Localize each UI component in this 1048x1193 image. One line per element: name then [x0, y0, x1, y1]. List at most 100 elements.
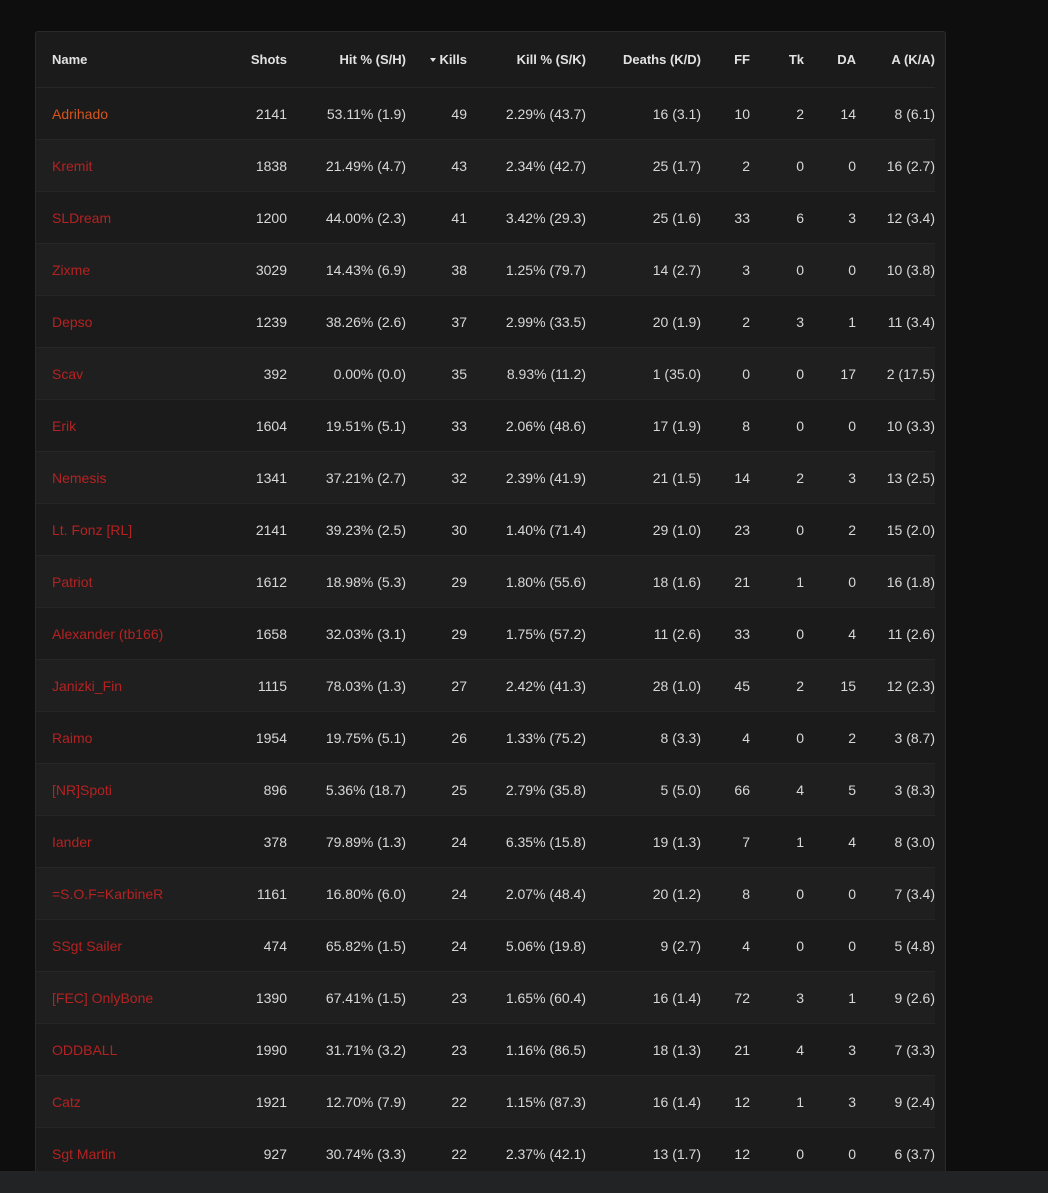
player-name-link[interactable]: Adrihado — [36, 87, 226, 140]
cell-shots: 1161 — [226, 867, 287, 920]
player-name-link[interactable]: Patriot — [36, 555, 226, 608]
cell-tk: 1 — [750, 815, 804, 868]
cell-kills: 33 — [406, 399, 467, 452]
cell-kills: 37 — [406, 295, 467, 348]
cell-shots: 1115 — [226, 659, 287, 712]
cell-hit: 14.43% (6.9) — [287, 243, 406, 296]
column-header-kill[interactable]: Kill % (S/K) — [467, 32, 586, 88]
player-name-link[interactable]: Iander — [36, 815, 226, 868]
player-name-link[interactable]: SLDream — [36, 191, 226, 244]
cell-deaths: 9 (2.7) — [586, 919, 701, 972]
cell-shots: 1390 — [226, 971, 287, 1024]
cell-a: 8 (6.1) — [856, 87, 935, 140]
cell-da: 0 — [804, 243, 856, 296]
cell-kill: 1.15% (87.3) — [467, 1075, 586, 1128]
cell-shots: 474 — [226, 919, 287, 972]
cell-deaths: 29 (1.0) — [586, 503, 701, 556]
cell-shots: 1921 — [226, 1075, 287, 1128]
cell-kill: 2.39% (41.9) — [467, 451, 586, 504]
cell-a: 11 (3.4) — [856, 295, 935, 348]
table-body: Adrihado 2141 53.11% (1.9) 49 2.29% (43.7) 16… — [36, 87, 935, 1179]
cell-deaths: 20 (1.9) — [586, 295, 701, 348]
cell-shots: 1954 — [226, 711, 287, 764]
cell-ff: 66 — [701, 763, 750, 816]
column-header-ff[interactable]: FF — [701, 32, 750, 88]
cell-ff: 4 — [701, 711, 750, 764]
column-header-name[interactable]: Name — [36, 32, 226, 88]
cell-a: 3 (8.3) — [856, 763, 935, 816]
cell-kills: 32 — [406, 451, 467, 504]
cell-tk: 4 — [750, 1023, 804, 1076]
player-name-link[interactable]: Nemesis — [36, 451, 226, 504]
player-name-link[interactable]: Lt. Fonz [RL] — [36, 503, 226, 556]
player-name-link[interactable]: Kremit — [36, 139, 226, 192]
cell-kill: 8.93% (11.2) — [467, 347, 586, 400]
cell-hit: 32.03% (3.1) — [287, 607, 406, 660]
table-row: SSgt Sailer 474 65.82% (1.5) 24 5.06% (19.8)… — [36, 919, 935, 972]
column-header-tk[interactable]: Tk — [750, 32, 804, 88]
player-name-link[interactable]: Janizki_Fin — [36, 659, 226, 712]
cell-tk: 0 — [750, 607, 804, 660]
cell-a: 5 (4.8) — [856, 919, 935, 972]
cell-kills: 26 — [406, 711, 467, 764]
cell-a: 8 (3.0) — [856, 815, 935, 868]
player-name-link[interactable]: Depso — [36, 295, 226, 348]
cell-kills: 41 — [406, 191, 467, 244]
player-name-link[interactable]: [FEC] OnlyBone — [36, 971, 226, 1024]
column-header-a[interactable]: A (K/A) — [856, 32, 935, 88]
player-name-link[interactable]: Raimo — [36, 711, 226, 764]
cell-tk: 0 — [750, 867, 804, 920]
cell-kill: 1.40% (71.4) — [467, 503, 586, 556]
player-name-link[interactable]: Catz — [36, 1075, 226, 1128]
table-row: Adrihado 2141 53.11% (1.9) 49 2.29% (43.7) 16… — [36, 87, 935, 140]
column-header-kills[interactable]: Kills — [406, 32, 467, 88]
cell-tk: 1 — [750, 555, 804, 608]
cell-a: 16 (1.8) — [856, 555, 935, 608]
player-name-link[interactable]: =S.O.F=KarbineR — [36, 867, 226, 920]
table-row: Zixme 3029 14.43% (6.9) 38 1.25% (79.7) 14 (2… — [36, 243, 935, 296]
cell-kill: 3.42% (29.3) — [467, 191, 586, 244]
player-name-link[interactable]: ODDBALL — [36, 1023, 226, 1076]
cell-deaths: 5 (5.0) — [586, 763, 701, 816]
column-header-shots[interactable]: Shots — [226, 32, 287, 88]
cell-a: 16 (2.7) — [856, 139, 935, 192]
cell-kills: 49 — [406, 87, 467, 140]
table-row: Iander 378 79.89% (1.3) 24 6.35% (15.8) 19 (1… — [36, 815, 935, 868]
cell-ff: 33 — [701, 191, 750, 244]
cell-kill: 1.25% (79.7) — [467, 243, 586, 296]
table-row: Scav 392 0.00% (0.0) 35 8.93% (11.2) 1 (35.0)… — [36, 347, 935, 400]
cell-ff: 8 — [701, 867, 750, 920]
cell-da: 3 — [804, 191, 856, 244]
column-header-hit[interactable]: Hit % (S/H) — [287, 32, 406, 88]
cell-kill: 6.35% (15.8) — [467, 815, 586, 868]
cell-da: 1 — [804, 971, 856, 1024]
cell-da: 4 — [804, 815, 856, 868]
cell-kills: 22 — [406, 1075, 467, 1128]
cell-tk: 1 — [750, 1075, 804, 1128]
cell-a: 7 (3.4) — [856, 867, 935, 920]
cell-ff: 14 — [701, 451, 750, 504]
player-name-link[interactable]: Zixme — [36, 243, 226, 296]
cell-da: 3 — [804, 1023, 856, 1076]
table-row: Alexander (tb166) 1658 32.03% (3.1) 29 1.75%… — [36, 607, 935, 660]
player-name-link[interactable]: Erik — [36, 399, 226, 452]
cell-kills: 30 — [406, 503, 467, 556]
table-row: Patriot 1612 18.98% (5.3) 29 1.80% (55.6) 18 … — [36, 555, 935, 608]
cell-hit: 31.71% (3.2) — [287, 1023, 406, 1076]
cell-ff: 0 — [701, 347, 750, 400]
cell-kill: 2.79% (35.8) — [467, 763, 586, 816]
player-name-link[interactable]: SSgt Sailer — [36, 919, 226, 972]
table-row: Nemesis 1341 37.21% (2.7) 32 2.39% (41.9) 21 … — [36, 451, 935, 504]
cell-shots: 378 — [226, 815, 287, 868]
player-name-link[interactable]: Scav — [36, 347, 226, 400]
cell-da: 2 — [804, 503, 856, 556]
cell-shots: 1838 — [226, 139, 287, 192]
column-header-deaths[interactable]: Deaths (K/D) — [586, 32, 701, 88]
cell-deaths: 17 (1.9) — [586, 399, 701, 452]
column-header-da[interactable]: DA — [804, 32, 856, 88]
player-name-link[interactable]: Alexander (tb166) — [36, 607, 226, 660]
cell-deaths: 16 (3.1) — [586, 87, 701, 140]
player-name-link[interactable]: [NR]Spoti — [36, 763, 226, 816]
cell-tk: 2 — [750, 87, 804, 140]
cell-da: 1 — [804, 295, 856, 348]
